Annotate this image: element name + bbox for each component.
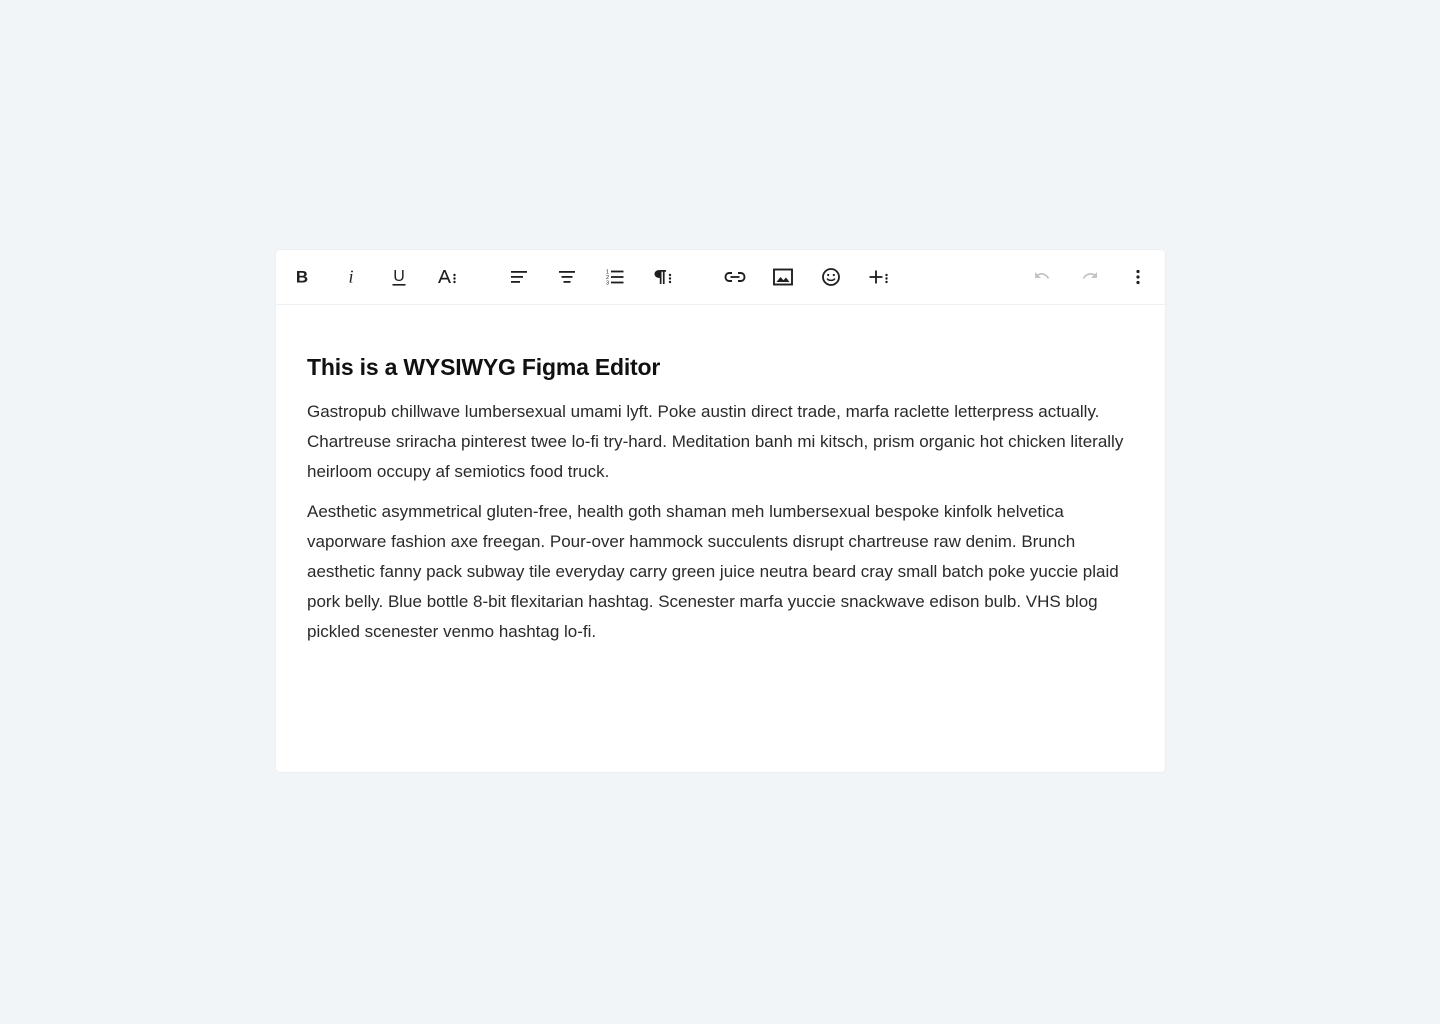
link-icon bbox=[724, 267, 746, 287]
redo-icon bbox=[1080, 267, 1100, 287]
editor-panel: B i U 1 2 3 This is a WYSIWYG Figma Edit… bbox=[276, 250, 1165, 772]
numbered-list-icon: 1 2 3 bbox=[605, 267, 625, 287]
underline-button[interactable]: U bbox=[383, 261, 415, 293]
align-left-icon bbox=[509, 267, 529, 287]
italic-label: i bbox=[348, 267, 353, 287]
document-paragraph-1[interactable]: Gastropub chillwave lumbersexual umami l… bbox=[307, 397, 1137, 487]
editor-content-area[interactable]: This is a WYSIWYG Figma Editor Gastropub… bbox=[307, 350, 1137, 657]
insert-image-button[interactable] bbox=[767, 261, 799, 293]
document-heading[interactable]: This is a WYSIWYG Figma Editor bbox=[307, 350, 1137, 384]
editor-toolbar: B i U 1 2 3 bbox=[276, 250, 1165, 305]
paragraph-icon bbox=[652, 267, 674, 287]
more-options-button[interactable] bbox=[1122, 261, 1154, 293]
image-icon bbox=[772, 267, 794, 287]
underline-label: U bbox=[393, 268, 405, 285]
more-options-icon bbox=[1128, 267, 1148, 287]
redo-button[interactable] bbox=[1074, 261, 1106, 293]
undo-icon bbox=[1032, 267, 1052, 287]
undo-button[interactable] bbox=[1026, 261, 1058, 293]
emoji-icon bbox=[821, 267, 841, 287]
align-center-button[interactable] bbox=[551, 261, 583, 293]
align-left-button[interactable] bbox=[503, 261, 535, 293]
bold-button[interactable]: B bbox=[286, 261, 318, 293]
insert-more-icon bbox=[868, 267, 890, 287]
align-center-icon bbox=[557, 267, 577, 287]
bold-icon: B bbox=[292, 267, 312, 287]
svg-text:3: 3 bbox=[606, 281, 609, 287]
insert-emoji-button[interactable] bbox=[815, 261, 847, 293]
italic-icon: i bbox=[341, 267, 361, 287]
italic-button[interactable]: i bbox=[335, 261, 367, 293]
paragraph-style-button[interactable] bbox=[647, 261, 679, 293]
document-paragraph-2[interactable]: Aesthetic asymmetrical gluten-free, heal… bbox=[307, 497, 1137, 647]
insert-more-button[interactable] bbox=[863, 261, 895, 293]
numbered-list-button[interactable]: 1 2 3 bbox=[599, 261, 631, 293]
insert-link-button[interactable] bbox=[719, 261, 751, 293]
font-size-icon bbox=[436, 267, 458, 287]
font-size-button[interactable] bbox=[431, 261, 463, 293]
bold-label: B bbox=[296, 268, 308, 287]
underline-icon: U bbox=[389, 267, 409, 287]
